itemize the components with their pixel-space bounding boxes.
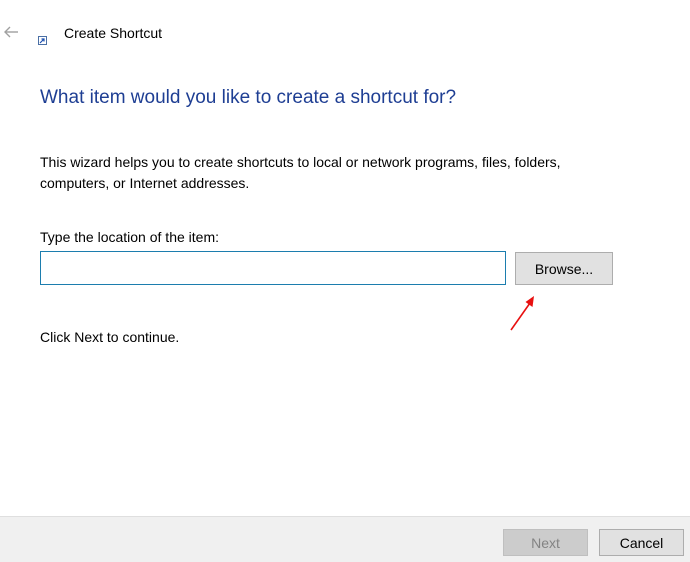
back-arrow-icon[interactable] <box>2 22 20 42</box>
cancel-button[interactable]: Cancel <box>599 529 684 556</box>
window-title: Create Shortcut <box>64 25 163 41</box>
page-heading: What item would you like to create a sho… <box>40 87 457 108</box>
location-input[interactable] <box>40 251 506 285</box>
next-button[interactable]: Next <box>503 529 588 556</box>
red-arrow-icon <box>505 292 541 334</box>
shortcut-icon <box>38 32 47 45</box>
footer-bar: Next Cancel <box>0 516 690 562</box>
wizard-description: This wizard helps you to create shortcut… <box>40 154 561 191</box>
location-label: Type the location of the item: <box>40 229 219 245</box>
continue-text: Click Next to continue. <box>40 329 180 345</box>
browse-button[interactable]: Browse... <box>515 252 613 285</box>
